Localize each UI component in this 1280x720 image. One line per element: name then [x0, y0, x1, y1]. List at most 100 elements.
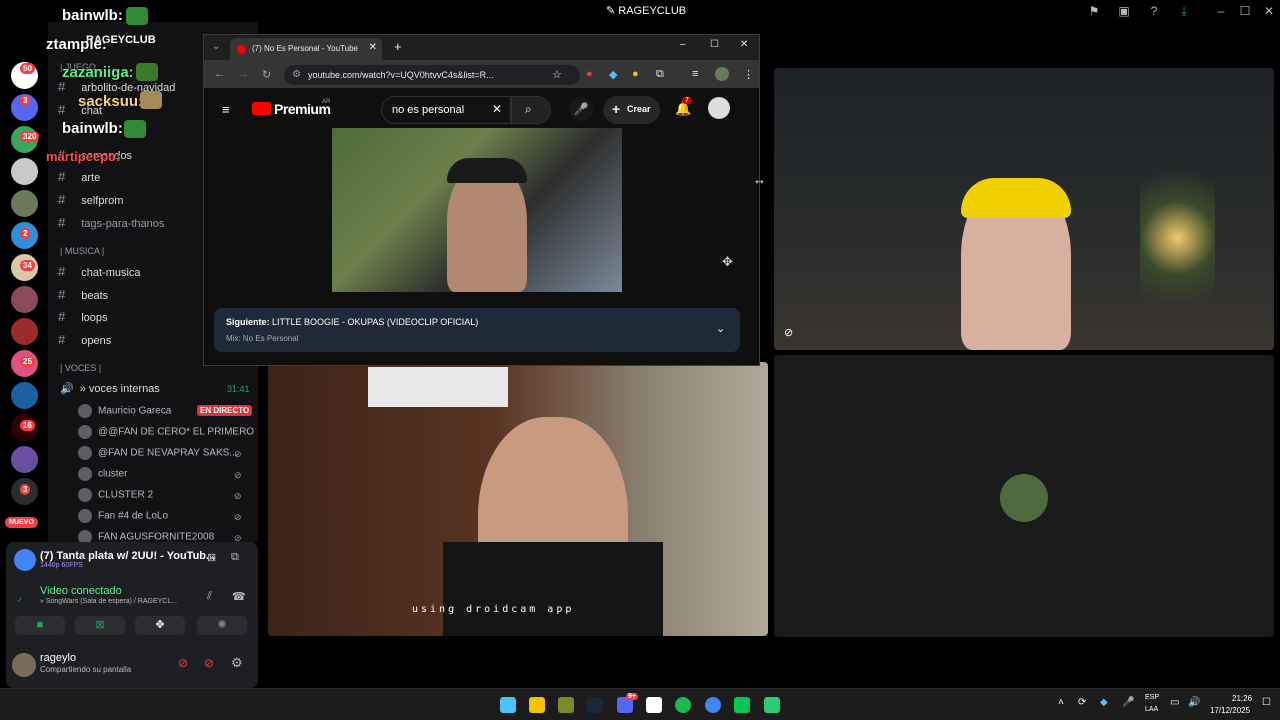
popout-icon[interactable]: ⧉ [231, 551, 239, 564]
clear-search-icon[interactable]: ✕ [492, 102, 502, 116]
browser-window[interactable]: ⌄ (7) No Es Personal - YouTube ✕ + – ☐ ✕… [203, 34, 760, 366]
channel-chat-musica[interactable]: # chat-musica [58, 264, 141, 279]
reload-icon[interactable]: ↻ [262, 68, 271, 81]
chevron-down-icon[interactable]: ⌄ [716, 322, 725, 335]
voice-user[interactable]: @FAN DE NEVAPRAY SAKS... [78, 446, 238, 460]
avatar[interactable] [12, 653, 36, 677]
voice-user[interactable]: @@FAN DE CERO* EL PRIMERO [78, 425, 254, 439]
close-button[interactable]: ✕ [1261, 3, 1277, 19]
chrome-menu-icon[interactable]: ⋮ [743, 68, 754, 81]
voice-user[interactable]: cluster [78, 467, 127, 481]
video-player[interactable] [332, 128, 622, 292]
volume-icon[interactable]: 🔊 [1188, 697, 1200, 708]
download-icon[interactable]: ⤓ [1176, 3, 1192, 19]
server-icon[interactable] [11, 446, 38, 473]
deafened-icon[interactable]: ⊘ [204, 656, 214, 670]
reading-list-icon[interactable]: ≡ [692, 68, 698, 80]
voice-user[interactable]: Mauricio Gareca [78, 404, 171, 418]
create-button[interactable]: + Crear [603, 96, 660, 124]
avatar[interactable] [708, 97, 730, 119]
extension-icon[interactable]: ● [586, 68, 593, 80]
help-icon[interactable]: ? [1146, 3, 1162, 19]
new-badge[interactable]: NUEVO [5, 517, 38, 528]
bookmark-star-icon[interactable]: ☆ [552, 68, 562, 81]
activities-button[interactable]: ✥ [135, 616, 185, 635]
maximize-button[interactable]: ☐ [710, 39, 719, 50]
new-tab-button[interactable]: + [394, 39, 402, 54]
stream-tile[interactable] [774, 355, 1274, 637]
disconnect-icon[interactable]: ☎ [232, 590, 246, 603]
extension-icon[interactable]: ● [632, 68, 639, 80]
input-layout[interactable]: LAA [1145, 706, 1158, 713]
app-icon[interactable] [558, 697, 574, 713]
close-button[interactable]: ✕ [740, 39, 748, 50]
voice-connected-status[interactable]: Video conectado [40, 585, 122, 597]
voice-user[interactable]: FAN AGUSFORNITE2008 [78, 530, 214, 542]
clock-date[interactable]: 17/12/2025 [1210, 706, 1250, 715]
chrome-icon[interactable] [705, 697, 721, 713]
voice-channel[interactable]: 🔊 » voces internas [60, 382, 160, 395]
back-icon[interactable]: ← [214, 68, 225, 80]
channel-opens[interactable]: # opens [58, 332, 111, 347]
server-icon[interactable] [11, 318, 38, 345]
settings-gear-icon[interactable]: ⚙ [231, 655, 243, 671]
camera-off-icon[interactable]: ⊘ [784, 326, 793, 339]
close-tab-icon[interactable]: ✕ [369, 42, 377, 53]
spotify-icon[interactable] [675, 697, 691, 713]
extension-icon[interactable]: ◆ [609, 68, 617, 81]
address-bar[interactable]: ⚙ youtube.com/watch?v=UQV0htvvC4s&list=R… [284, 65, 580, 85]
noise-suppression-icon[interactable]: ⫽ [207, 590, 212, 603]
browser-tab[interactable]: (7) No Es Personal - YouTube ✕ [230, 38, 382, 60]
inbox-icon[interactable]: ⚑ [1086, 3, 1102, 19]
security-icon[interactable]: ◆ [1100, 697, 1108, 708]
voice-user[interactable]: Fan #4 de LoLo [78, 509, 168, 523]
hamburger-menu-icon[interactable]: ≡ [222, 102, 230, 117]
server-icon[interactable] [11, 190, 38, 217]
channel-beats[interactable]: # beats [58, 287, 108, 302]
category-music[interactable]: | MUSICA | [60, 246, 104, 256]
tray-chevron-icon[interactable]: ˄ [1058, 697, 1064, 708]
github-icon[interactable] [646, 697, 662, 713]
channel-selfprom[interactable]: # selfprom [58, 192, 123, 207]
server-icon[interactable] [11, 158, 38, 185]
microphone-icon[interactable]: 🎤 [1122, 697, 1134, 708]
current-username[interactable]: rageylo [40, 652, 76, 664]
stream-tile[interactable] [268, 362, 768, 636]
forward-icon[interactable]: → [238, 68, 249, 80]
maximize-button[interactable]: ☐ [1237, 3, 1253, 19]
sync-icon[interactable]: ⟳ [1078, 697, 1086, 708]
channel-tags[interactable]: # tags-para-thanos [58, 215, 164, 230]
voice-channel-path[interactable]: » SongWars (Sala de espera) / RAGEYCL... [40, 598, 177, 605]
extensions-puzzle-icon[interactable]: ⧉ [656, 68, 664, 81]
youtube-search-button[interactable]: ⌕ [511, 96, 551, 124]
profile-avatar[interactable] [715, 67, 729, 81]
camera-button[interactable]: ■ [15, 616, 65, 635]
soundboard-button[interactable]: ✺ [197, 616, 247, 635]
category-voices[interactable]: | VOCES | [60, 363, 101, 373]
notes-icon[interactable] [764, 697, 780, 713]
notification-center-icon[interactable]: ☐ [1262, 697, 1271, 708]
input-language[interactable]: ESP [1145, 694, 1159, 701]
voice-user[interactable]: CLUSTER 2 [78, 488, 153, 502]
mic-muted-icon[interactable]: ⊘ [178, 656, 188, 670]
screenshare-button[interactable]: ⊠ [75, 616, 125, 635]
minimize-button[interactable]: – [1213, 3, 1229, 19]
activity-title[interactable]: (7) Tanta plata w/ 2UU! - YouTub... [40, 550, 215, 562]
voice-search-icon[interactable]: 🎤 [569, 97, 593, 121]
network-icon[interactable]: ▭ [1170, 697, 1179, 708]
server-icon[interactable] [11, 382, 38, 409]
app-icon[interactable] [734, 697, 750, 713]
clock-time[interactable]: 21:26 [1232, 694, 1252, 703]
channel-loops[interactable]: # loops [58, 309, 108, 324]
screen-share-icon[interactable]: ▣ [1116, 3, 1132, 19]
file-explorer-icon[interactable] [529, 697, 545, 713]
site-info-icon[interactable]: ⚙ [292, 69, 301, 80]
stop-stream-icon[interactable]: ⊠ [207, 551, 216, 564]
steam-icon[interactable] [587, 697, 603, 713]
stream-tile[interactable]: ⊘ [774, 68, 1274, 350]
minimize-button[interactable]: – [680, 39, 686, 50]
server-icon[interactable] [11, 286, 38, 313]
up-next-card[interactable] [214, 308, 740, 352]
channel-arte[interactable]: # arte [58, 169, 100, 184]
youtube-search-input[interactable]: no es personal ✕ [381, 96, 511, 124]
